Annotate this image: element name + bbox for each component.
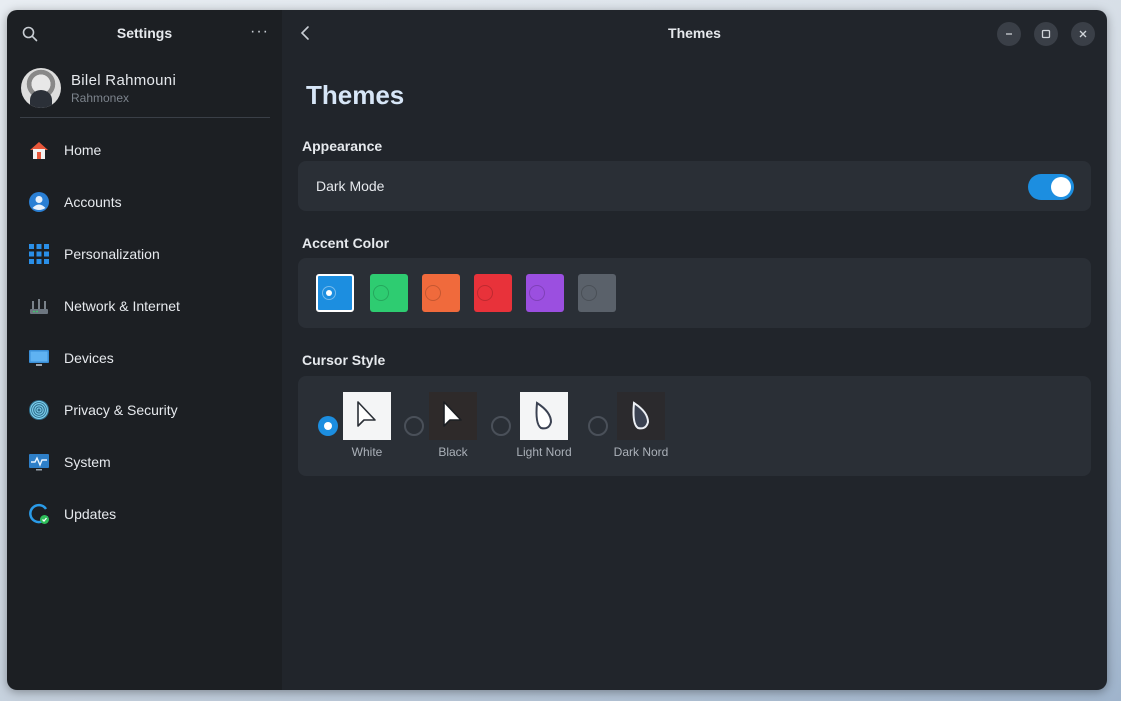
system-icon [28,451,50,473]
pointer-icon [357,401,376,427]
page-title: Themes [306,80,405,110]
sidebar-item-label: Devices [64,350,114,366]
dark-mode-card: Dark Mode [298,161,1091,211]
cursor-style-card: White Black Light Nord Dark Nord [298,376,1091,476]
accent-swatch-gray[interactable] [578,274,616,312]
radio-indicator [477,285,493,301]
user-profile[interactable]: Bilel Rahmouni Rahmonex [20,68,270,118]
network-icon [28,295,50,317]
cursor-preview-dark-nord[interactable] [617,392,665,440]
cursor-label-dark-nord: Dark Nord [613,445,669,459]
minimize-icon [1006,33,1012,35]
cursor-radio-light-nord[interactable] [491,416,511,436]
accent-swatch-red[interactable] [474,274,512,312]
sidebar-title: Settings [116,25,173,41]
header-bar: Themes [282,10,1107,56]
appearance-heading: Appearance [302,138,383,154]
sidebar-item-home[interactable]: Home [20,124,270,176]
sidebar-item-updates[interactable]: Updates [20,488,270,540]
radio-indicator [322,286,336,300]
radio-indicator [373,285,389,301]
cursor-label-light-nord: Light Nord [516,445,572,459]
radio-indicator [529,285,545,301]
sidebar: Settings ··· Bilel Rahmouni Rahmonex Hom… [7,10,282,690]
pointer-icon [632,401,650,430]
sidebar-item-devices[interactable]: Devices [20,332,270,384]
accent-color-heading: Accent Color [302,235,390,251]
sidebar-item-system[interactable]: System [20,436,270,488]
sidebar-item-label: Network & Internet [64,298,180,314]
sidebar-header: Settings ··· [7,10,282,56]
header-title: Themes [668,25,721,41]
sidebar-item-label: Home [64,142,102,158]
maximize-button[interactable] [1034,22,1058,46]
cursor-radio-dark-nord[interactable] [588,416,608,436]
sidebar-item-personalization[interactable]: Personalization [20,228,270,280]
minimize-button[interactable] [997,22,1021,46]
fingerprint-icon [28,399,50,421]
pointer-icon [535,401,553,430]
radio-indicator [425,285,441,301]
accent-swatch-green[interactable] [370,274,408,312]
radio-indicator [581,285,597,301]
sidebar-item-label: Updates [64,506,117,522]
avatar [21,68,61,108]
sidebar-item-label: System [64,454,111,470]
monitor-icon [28,347,50,369]
accent-swatch-orange[interactable] [422,274,460,312]
update-icon [28,503,50,525]
dark-mode-label: Dark Mode [316,178,385,194]
sidebar-item-network[interactable]: Network & Internet [20,280,270,332]
main-panel: Themes Themes Appearance Dark Mode Accen… [282,10,1107,690]
cursor-label-white: White [351,445,383,459]
cursor-radio-white[interactable] [318,416,338,436]
profile-name: Bilel Rahmouni [71,72,177,89]
cursor-radio-black[interactable] [404,416,424,436]
account-icon [28,191,50,213]
sidebar-item-label: Personalization [64,246,160,262]
sidebar-nav: Home Accounts Personalization Network & … [20,124,270,540]
maximize-icon [1041,29,1051,39]
more-options-icon[interactable]: ··· [250,23,269,41]
profile-username: Rahmonex [71,91,130,105]
sidebar-item-accounts[interactable]: Accounts [20,176,270,228]
cursor-preview-light-nord[interactable] [520,392,568,440]
cursor-style-heading: Cursor Style [302,352,386,368]
close-button[interactable] [1071,22,1095,46]
toggle-knob [1051,177,1071,197]
sidebar-item-label: Privacy & Security [64,402,178,418]
sidebar-item-label: Accounts [64,194,122,210]
accent-color-card [298,258,1091,328]
dark-mode-toggle[interactable] [1028,174,1074,200]
cursor-preview-white[interactable] [343,392,391,440]
accent-swatch-blue[interactable] [316,274,354,312]
sidebar-item-privacy[interactable]: Privacy & Security [20,384,270,436]
accent-swatch-purple[interactable] [526,274,564,312]
pointer-icon [443,401,462,427]
settings-window: Settings ··· Bilel Rahmouni Rahmonex Hom… [7,10,1107,690]
close-icon [1079,30,1087,38]
cursor-label-black: Black [438,445,468,459]
cursor-preview-black[interactable] [429,392,477,440]
grid-icon [28,243,50,265]
home-icon [28,139,50,161]
